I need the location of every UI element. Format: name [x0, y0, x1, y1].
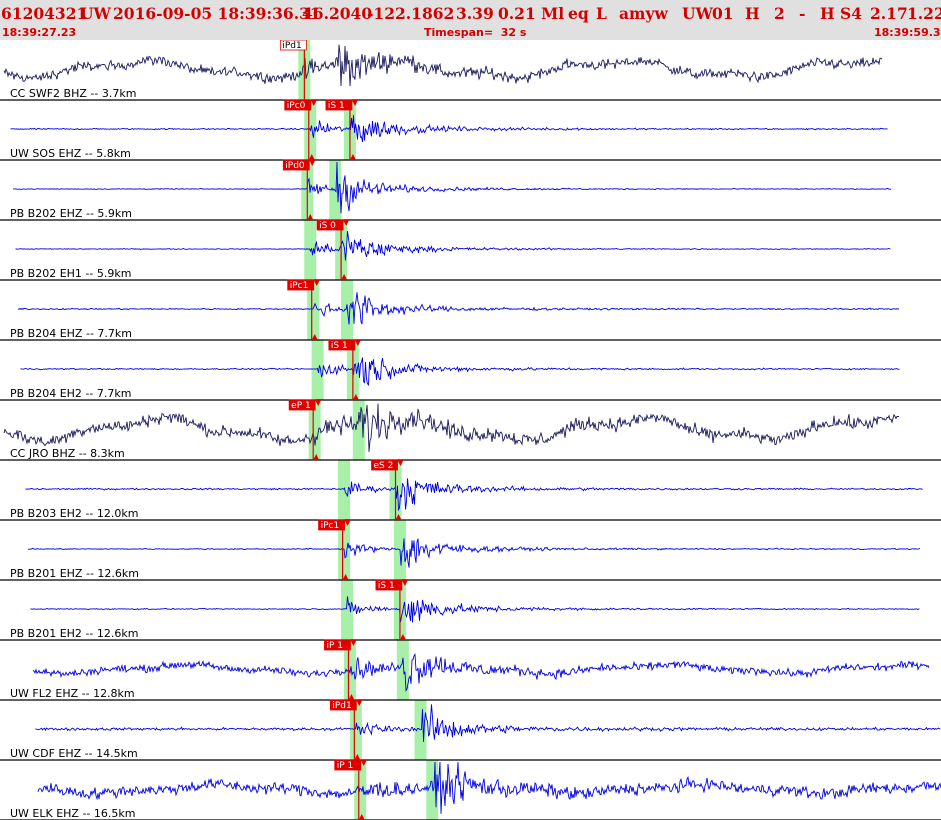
waveform	[10, 114, 888, 143]
pick-label: iPc1	[290, 281, 309, 291]
waveform	[30, 596, 920, 623]
event-type: eq	[568, 4, 589, 23]
waveform	[3, 44, 883, 87]
event-header: 61204321 UW 2016-09-05 18:39:36.31 46.20…	[0, 0, 941, 40]
pick-label: iPd0	[285, 161, 305, 171]
event-dash: -	[799, 4, 806, 23]
trace-labels: CC SWF2 BHZ -- 3.7km UW SOS EHZ -- 5.8km P…	[10, 87, 139, 820]
waveform	[20, 357, 900, 387]
event-depth: 3.39	[456, 4, 494, 23]
waveform	[37, 761, 941, 814]
event-val2: 1.22	[907, 4, 941, 23]
trace-label: UW SOS EHZ -- 5.8km	[10, 147, 131, 160]
event-num: 2	[774, 4, 785, 23]
pick-label: iS 0	[319, 221, 336, 231]
waveform	[27, 538, 921, 568]
pick-label: iS 1	[378, 581, 395, 591]
waveform	[35, 704, 941, 742]
waveform	[13, 161, 892, 214]
pick-label: iPd1	[332, 701, 351, 711]
event-author: amyw	[619, 4, 668, 23]
event-magnitude: 0.21 Ml	[498, 4, 565, 23]
event-flag: L	[596, 4, 607, 23]
event-subsource: H S4	[820, 4, 863, 23]
waveform	[25, 478, 923, 512]
end-time: 18:39:59.34	[874, 26, 941, 39]
event-source: UW	[682, 4, 713, 23]
trace-label: UW ELK EHZ -- 16.5km	[10, 807, 135, 820]
pick-label: eP 1	[291, 401, 311, 411]
pick-label: iPc0	[287, 101, 306, 111]
trace-label: UW CDF EHZ -- 14.5km	[10, 747, 138, 760]
waveform	[17, 292, 900, 325]
pick-label: iS 1	[331, 341, 348, 351]
event-lat: 46.2040	[302, 4, 373, 23]
event-version: 01	[712, 4, 734, 23]
event-lon: -122.1862	[367, 4, 455, 23]
trace-label: PB B202 EHZ -- 5.9km	[10, 207, 132, 220]
seismogram-plot: iPd1 iPc0 iS 1 iPd0 iS 0 iPc1 iS 1 eP 1 eS 2 iPc1…	[0, 40, 941, 820]
pick-label: iS 1	[328, 101, 345, 111]
event-quality: H	[745, 4, 760, 23]
pick-label: iP 1	[326, 641, 343, 651]
trace-label: PB B204 EHZ -- 7.7km	[10, 327, 132, 340]
event-val1: 2.17	[870, 4, 908, 23]
s-window	[396, 640, 409, 700]
trace-label: PB B202 EH1 -- 5.9km	[10, 267, 131, 280]
pick-label: iPc1	[321, 521, 340, 531]
trace-label: CC JRO BHZ -- 8.3km	[10, 447, 125, 460]
timespan-label: Timespan= 32 s	[424, 26, 527, 39]
trace-label: CC SWF2 BHZ -- 3.7km	[10, 87, 136, 100]
pick-label: eS 2	[374, 461, 394, 471]
waveform	[3, 403, 900, 452]
event-network: UW	[80, 4, 111, 23]
pick-label: iPd1	[282, 41, 301, 51]
p-window	[340, 580, 353, 640]
trace-label: PB B201 EHZ -- 12.6km	[10, 567, 139, 580]
event-datetime: 2016-09-05 18:39:36.31	[113, 4, 321, 23]
event-id: 61204321	[1, 4, 88, 23]
trace-label: PB B201 EH2 -- 12.6km	[10, 627, 138, 640]
trace-label: PB B203 EH2 -- 12.0km	[10, 507, 138, 520]
waveform	[15, 231, 891, 261]
waveform	[32, 653, 930, 692]
row-dividers	[0, 99, 941, 820]
pick-label: iP 1	[337, 761, 354, 771]
trace-label: UW FL2 EHZ -- 12.8km	[10, 687, 135, 700]
start-time: 18:39:27.23	[2, 26, 77, 39]
trace-label: PB B204 EH2 -- 7.7km	[10, 387, 131, 400]
